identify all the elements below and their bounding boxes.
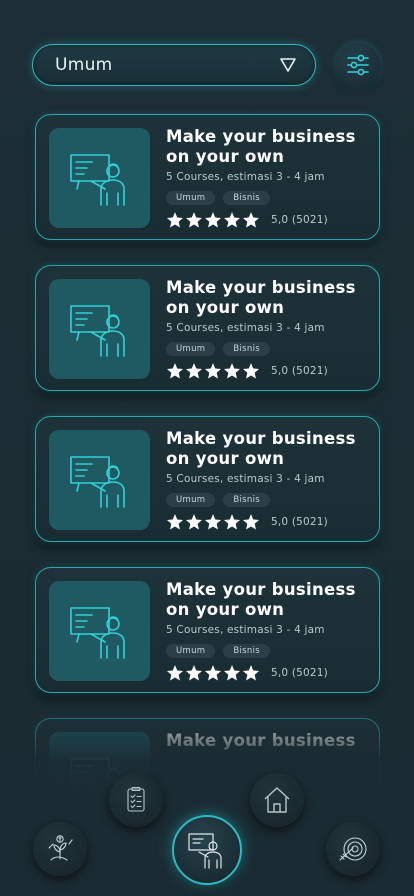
teacher-board-icon	[69, 456, 125, 508]
star-icon	[204, 363, 222, 379]
tag-badge[interactable]: Umum	[166, 191, 216, 205]
star-icon	[166, 514, 184, 530]
star-icon	[242, 363, 260, 379]
course-tags: Umum Bisnis	[166, 191, 270, 205]
course-meta: 5 Courses, estimasi 3 - 4 jam	[166, 171, 325, 183]
rating-score: 5,0 (5021)	[271, 516, 328, 528]
star-icon	[242, 514, 260, 530]
screen: Umum Make your business on your own 5 Cou…	[0, 0, 414, 896]
course-rating: 5,0 (5021)	[166, 362, 328, 380]
filter-settings-button[interactable]	[336, 43, 380, 87]
nav-goals-button[interactable]	[326, 822, 380, 876]
course-meta: 5 Courses, estimasi 3 - 4 jam	[166, 624, 325, 636]
tag-badge[interactable]: Umum	[166, 342, 216, 356]
triangle-down-icon	[280, 58, 296, 72]
course-thumbnail	[49, 128, 150, 228]
course-meta: 5 Courses, estimasi 3 - 4 jam	[166, 322, 325, 334]
tag-badge[interactable]: Bisnis	[223, 191, 270, 205]
target-icon	[339, 837, 367, 861]
tag-badge[interactable]: Bisnis	[223, 493, 270, 507]
rating-stars	[166, 664, 260, 682]
nav-finance-button[interactable]	[33, 822, 87, 876]
star-icon	[223, 514, 241, 530]
sliders-icon	[347, 54, 369, 76]
star-icon	[185, 363, 203, 379]
star-icon	[166, 665, 184, 681]
course-rating: 5,0 (5021)	[166, 513, 328, 531]
course-list: Make your business on your own 5 Courses,…	[35, 114, 380, 869]
star-icon	[185, 212, 203, 228]
course-title: Make your business	[166, 731, 356, 750]
category-dropdown-value: Umum	[55, 55, 113, 75]
tag-badge[interactable]: Bisnis	[223, 342, 270, 356]
star-icon	[223, 665, 241, 681]
category-dropdown[interactable]: Umum	[32, 44, 316, 86]
teacher-board-icon	[188, 833, 222, 869]
star-icon	[223, 363, 241, 379]
checklist-icon	[127, 786, 145, 812]
course-tags: Umum Bisnis	[166, 342, 270, 356]
rating-stars	[166, 362, 260, 380]
course-title: Make your business on your own	[166, 429, 356, 468]
course-card[interactable]: Make your business on your own 5 Courses,…	[35, 114, 380, 240]
course-rating: 5,0 (5021)	[166, 664, 328, 682]
star-icon	[242, 665, 260, 681]
rating-score: 5,0 (5021)	[271, 667, 328, 679]
money-plant-icon	[48, 835, 73, 861]
course-thumbnail	[49, 430, 150, 530]
course-title: Make your business on your own	[166, 580, 356, 619]
rating-stars	[166, 513, 260, 531]
star-icon	[204, 514, 222, 530]
course-card[interactable]: Make your business on your own 5 Courses,…	[35, 416, 380, 542]
nav-courses-button[interactable]	[172, 815, 242, 885]
tag-badge[interactable]: Umum	[166, 644, 216, 658]
course-title: Make your business on your own	[166, 278, 356, 317]
course-tags: Umum Bisnis	[166, 644, 270, 658]
course-card[interactable]: Make your business on your own 5 Courses,…	[35, 265, 380, 391]
course-meta: 5 Courses, estimasi 3 - 4 jam	[166, 473, 325, 485]
tag-badge[interactable]: Bisnis	[223, 644, 270, 658]
tag-badge[interactable]: Umum	[166, 493, 216, 507]
star-icon	[185, 665, 203, 681]
star-icon	[166, 212, 184, 228]
star-icon	[166, 363, 184, 379]
course-card[interactable]: Make your business on your own 5 Courses,…	[35, 567, 380, 693]
course-rating: 5,0 (5021)	[166, 211, 328, 229]
rating-stars	[166, 211, 260, 229]
nav-home-button[interactable]	[250, 773, 304, 827]
rating-score: 5,0 (5021)	[271, 365, 328, 377]
course-thumbnail	[49, 279, 150, 379]
star-icon	[242, 212, 260, 228]
course-thumbnail	[49, 581, 150, 681]
course-tags: Umum Bisnis	[166, 493, 270, 507]
star-icon	[185, 514, 203, 530]
teacher-board-icon	[69, 305, 125, 357]
teacher-board-icon	[69, 607, 125, 659]
course-title: Make your business on your own	[166, 127, 356, 166]
star-icon	[204, 665, 222, 681]
star-icon	[204, 212, 222, 228]
home-icon	[264, 787, 290, 813]
rating-score: 5,0 (5021)	[271, 214, 328, 226]
teacher-board-icon	[69, 154, 125, 206]
star-icon	[223, 212, 241, 228]
nav-tasks-button[interactable]	[109, 773, 163, 827]
